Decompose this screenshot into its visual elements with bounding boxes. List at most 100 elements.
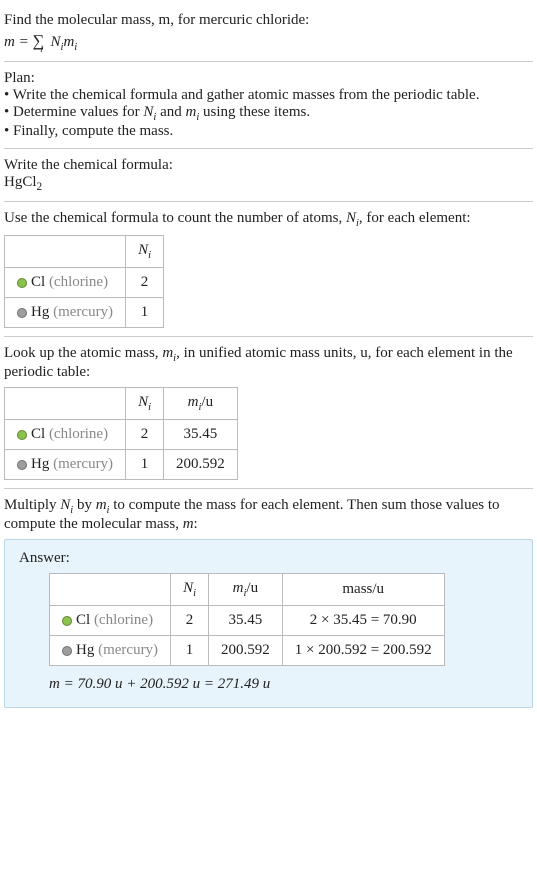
- formula-sub: 2: [37, 181, 43, 193]
- col-ni: i: [193, 588, 196, 599]
- col-m: m: [188, 394, 199, 410]
- table-header-row: Ni: [5, 236, 164, 268]
- table-header-mass: mass/u: [282, 574, 444, 606]
- element-name: (chlorine): [90, 612, 153, 628]
- plan-text: using these items.: [199, 104, 310, 120]
- intro-section: Find the molecular mass, m, for mercuric…: [4, 4, 533, 62]
- element-swatch: [17, 460, 27, 470]
- n-cell: 1: [126, 450, 164, 480]
- compute-text: Multiply: [4, 497, 60, 513]
- col-m-unit: /u: [246, 580, 258, 596]
- element-symbol: Hg: [31, 456, 49, 472]
- element-symbol: Cl: [31, 426, 45, 442]
- col-n: N: [183, 580, 193, 596]
- col-ni: i: [148, 250, 151, 261]
- table-header-row: Ni mi/u: [5, 388, 238, 420]
- mass-m: m: [162, 345, 173, 361]
- answer-table: Ni mi/u mass/u Cl (chlorine) 2 35.45 2 ×…: [49, 573, 445, 666]
- table-row: Hg (mercury) 1: [5, 298, 164, 328]
- plan-list: Write the chemical formula and gather at…: [4, 87, 533, 140]
- n-cell: 2: [126, 420, 164, 450]
- mass-text: Look up the atomic mass,: [4, 345, 162, 361]
- m-cell: 35.45: [209, 606, 283, 636]
- count-heading: Use the chemical formula to count the nu…: [4, 210, 533, 229]
- formula-main: HgCl: [4, 174, 37, 190]
- plan-text: Determine values for: [13, 104, 143, 120]
- plan-text: and: [156, 104, 185, 120]
- table-header-n: Ni: [171, 574, 209, 606]
- plan-item: Finally, compute the mass.: [4, 123, 533, 140]
- col-ni: i: [148, 402, 151, 413]
- element-cell: Cl (chlorine): [50, 606, 171, 636]
- formula-lhs: m =: [4, 34, 32, 50]
- table-header-m: mi/u: [209, 574, 283, 606]
- count-text: , for each element:: [359, 210, 471, 226]
- m-cell: 35.45: [164, 420, 238, 450]
- intro-formula: m = ∑i Nimi: [4, 31, 533, 53]
- plan-section: Plan: Write the chemical formula and gat…: [4, 62, 533, 149]
- table-header-row: Ni mi/u mass/u: [50, 574, 445, 606]
- table-header-blank: [5, 236, 126, 268]
- sigma-sub: i: [40, 44, 43, 54]
- formula-section: Write the chemical formula: HgCl2: [4, 149, 533, 202]
- plan-heading: Plan:: [4, 70, 533, 87]
- m-cell: 200.592: [209, 636, 283, 666]
- formula-m-sub: i: [74, 42, 77, 53]
- compute-m: m: [96, 497, 107, 513]
- element-swatch: [62, 646, 72, 656]
- mass-section: Look up the atomic mass, mi, in unified …: [4, 337, 533, 489]
- table-row: Hg (mercury) 1 200.592: [5, 450, 238, 480]
- intro-line: Find the molecular mass, m, for mercuric…: [4, 12, 533, 29]
- table-row: Cl (chlorine) 2: [5, 268, 164, 298]
- answer-box: Answer: Ni mi/u mass/u Cl (chlorine) 2 3…: [4, 539, 533, 708]
- compute-section: Multiply Ni by mi to compute the mass fo…: [4, 489, 533, 716]
- final-answer: m = 70.90 u + 200.592 u = 271.49 u: [49, 676, 518, 693]
- mass-cell: 2 × 35.45 = 70.90: [282, 606, 444, 636]
- element-swatch: [62, 616, 72, 626]
- compute-text: by: [73, 497, 96, 513]
- mass-heading: Look up the atomic mass, mi, in unified …: [4, 345, 533, 381]
- compute-mm: m: [183, 516, 194, 532]
- element-name: (chlorine): [45, 274, 108, 290]
- n-cell: 2: [126, 268, 164, 298]
- plan-n: N: [143, 104, 153, 120]
- table-header-n: Ni: [126, 388, 164, 420]
- count-table: Ni Cl (chlorine) 2 Hg (mercury) 1: [4, 235, 164, 328]
- col-n: N: [138, 242, 148, 258]
- element-name: (chlorine): [45, 426, 108, 442]
- mass-table: Ni mi/u Cl (chlorine) 2 35.45 Hg (mercur…: [4, 387, 238, 480]
- element-symbol: Cl: [31, 274, 45, 290]
- formula-heading: Write the chemical formula:: [4, 157, 533, 174]
- table-header-blank: [50, 574, 171, 606]
- element-swatch: [17, 430, 27, 440]
- table-row: Cl (chlorine) 2 35.45 2 × 35.45 = 70.90: [50, 606, 445, 636]
- plan-item: Determine values for Ni and mi using the…: [4, 104, 533, 123]
- compute-text: :: [194, 516, 198, 532]
- table-header-n: Ni: [126, 236, 164, 268]
- m-cell: 200.592: [164, 450, 238, 480]
- count-n: N: [346, 210, 356, 226]
- element-symbol: Hg: [76, 642, 94, 658]
- element-name: (mercury): [49, 456, 113, 472]
- plan-item: Write the chemical formula and gather at…: [4, 87, 533, 104]
- mass-cell: 1 × 200.592 = 200.592: [282, 636, 444, 666]
- formula-n: N: [51, 34, 61, 50]
- count-section: Use the chemical formula to count the nu…: [4, 202, 533, 337]
- element-cell: Hg (mercury): [5, 298, 126, 328]
- table-row: Hg (mercury) 1 200.592 1 × 200.592 = 200…: [50, 636, 445, 666]
- col-n: N: [138, 394, 148, 410]
- formula-m: m: [63, 34, 74, 50]
- plan-m: m: [186, 104, 197, 120]
- intro-text: Find the molecular mass, m, for mercuric…: [4, 12, 309, 28]
- count-text: Use the chemical formula to count the nu…: [4, 210, 346, 226]
- col-m: m: [233, 580, 244, 596]
- element-name: (mercury): [49, 304, 113, 320]
- element-cell: Hg (mercury): [50, 636, 171, 666]
- chemical-formula: HgCl2: [4, 174, 533, 193]
- element-symbol: Hg: [31, 304, 49, 320]
- table-row: Cl (chlorine) 2 35.45: [5, 420, 238, 450]
- compute-n: N: [60, 497, 70, 513]
- element-cell: Cl (chlorine): [5, 268, 126, 298]
- element-swatch: [17, 278, 27, 288]
- element-symbol: Cl: [76, 612, 90, 628]
